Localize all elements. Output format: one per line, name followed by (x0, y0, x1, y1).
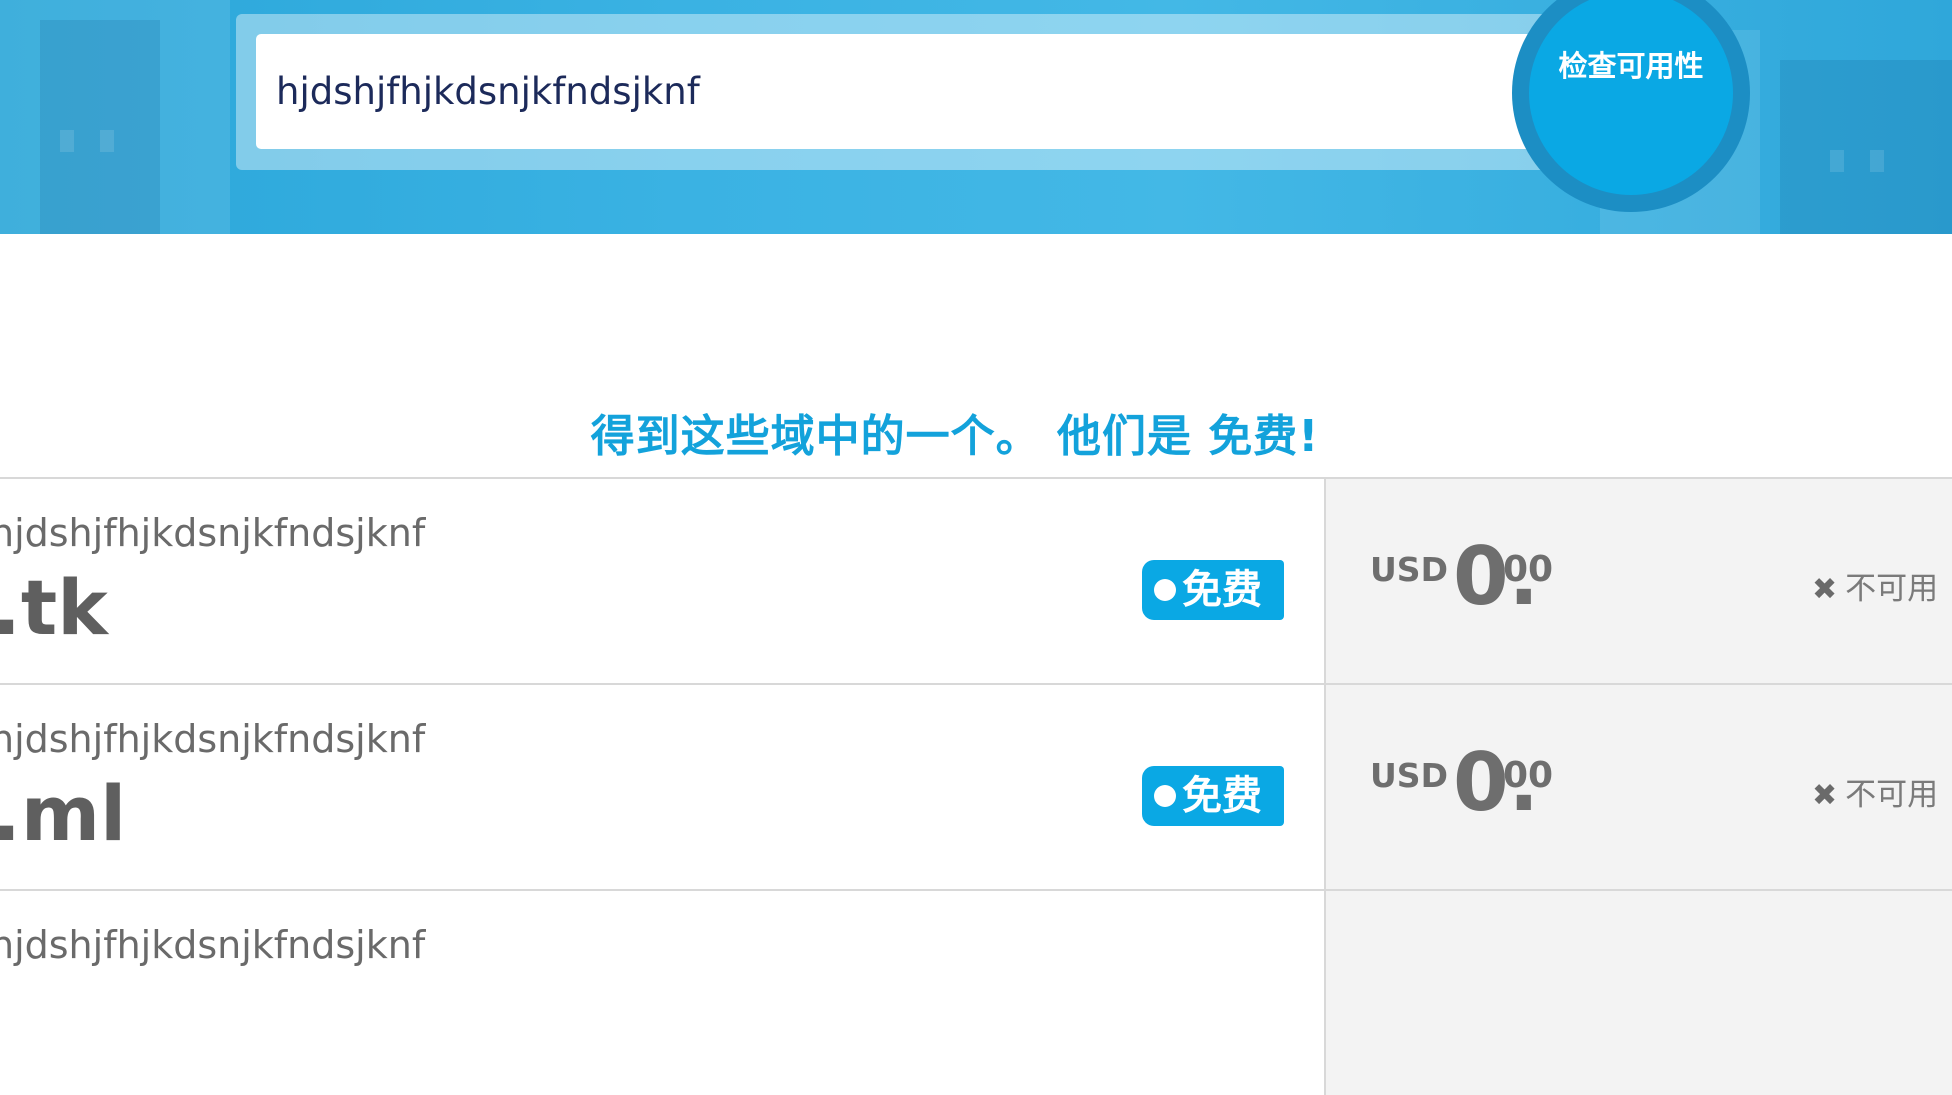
free-domains-heading: 得到这些域中的一个。 他们是 免费! (590, 411, 1320, 462)
check-availability-label: 检查可用性 (1558, 49, 1704, 83)
domain-sld: hjdshjfhjkdsnjkfndsjknf (0, 923, 426, 967)
free-badge: 免费 (1142, 766, 1284, 826)
availability-status: ✖ 不可用 (1812, 769, 1938, 814)
domain-result-row: hjdshjfhjkdsnjkfndsjknf .tk 免费 USD 0. 00… (0, 477, 1952, 683)
free-badge: 免费 (1142, 560, 1284, 620)
domain-tld: .ml (0, 769, 127, 858)
free-badge-label: 免费 (1182, 773, 1262, 819)
domain-name-cell: hjdshjfhjkdsnjkfndsjknf .ml 免费 (0, 685, 1324, 889)
check-availability-button[interactable]: 检查可用性 (1529, 0, 1733, 195)
availability-status: ✖ 不可用 (1812, 563, 1938, 608)
availability-status-label: 不可用 (1845, 777, 1939, 813)
domain-result-row: hjdshjfhjkdsnjkfndsjknf .ml 免费 USD 0. 00… (0, 683, 1952, 889)
price-currency: USD (1370, 550, 1448, 589)
availability-status-label: 不可用 (1845, 571, 1939, 607)
dot-icon (1154, 785, 1176, 807)
price-cell (1324, 891, 1952, 1095)
price-decimal: 00 (1503, 549, 1554, 590)
dot-icon (1154, 579, 1176, 601)
close-icon: ✖ (1812, 572, 1838, 607)
background-building (1780, 60, 1952, 234)
price-cell: USD 0. 00 ✖ 不可用 (1324, 685, 1952, 889)
search-hero-banner: 检查可用性 (0, 0, 1952, 234)
background-building (40, 20, 160, 234)
close-icon: ✖ (1812, 778, 1838, 813)
domain-results-list: hjdshjfhjkdsnjkfndsjknf .tk 免费 USD 0. 00… (0, 477, 1952, 1095)
domain-name-cell: hjdshjfhjkdsnjkfndsjknf .tk 免费 (0, 479, 1324, 683)
domain-name-cell: hjdshjfhjkdsnjkfndsjknf (0, 891, 1324, 1095)
domain-result-row: hjdshjfhjkdsnjkfndsjknf (0, 889, 1952, 1095)
domain-tld: .tk (0, 563, 108, 652)
price-currency: USD (1370, 756, 1448, 795)
free-badge-label: 免费 (1182, 567, 1262, 613)
price-cell: USD 0. 00 ✖ 不可用 (1324, 479, 1952, 683)
price-decimal: 00 (1503, 755, 1554, 796)
domain-search-input[interactable] (256, 34, 1556, 149)
domain-sld: hjdshjfhjkdsnjkfndsjknf (0, 511, 426, 555)
domain-sld: hjdshjfhjkdsnjkfndsjknf (0, 717, 426, 761)
